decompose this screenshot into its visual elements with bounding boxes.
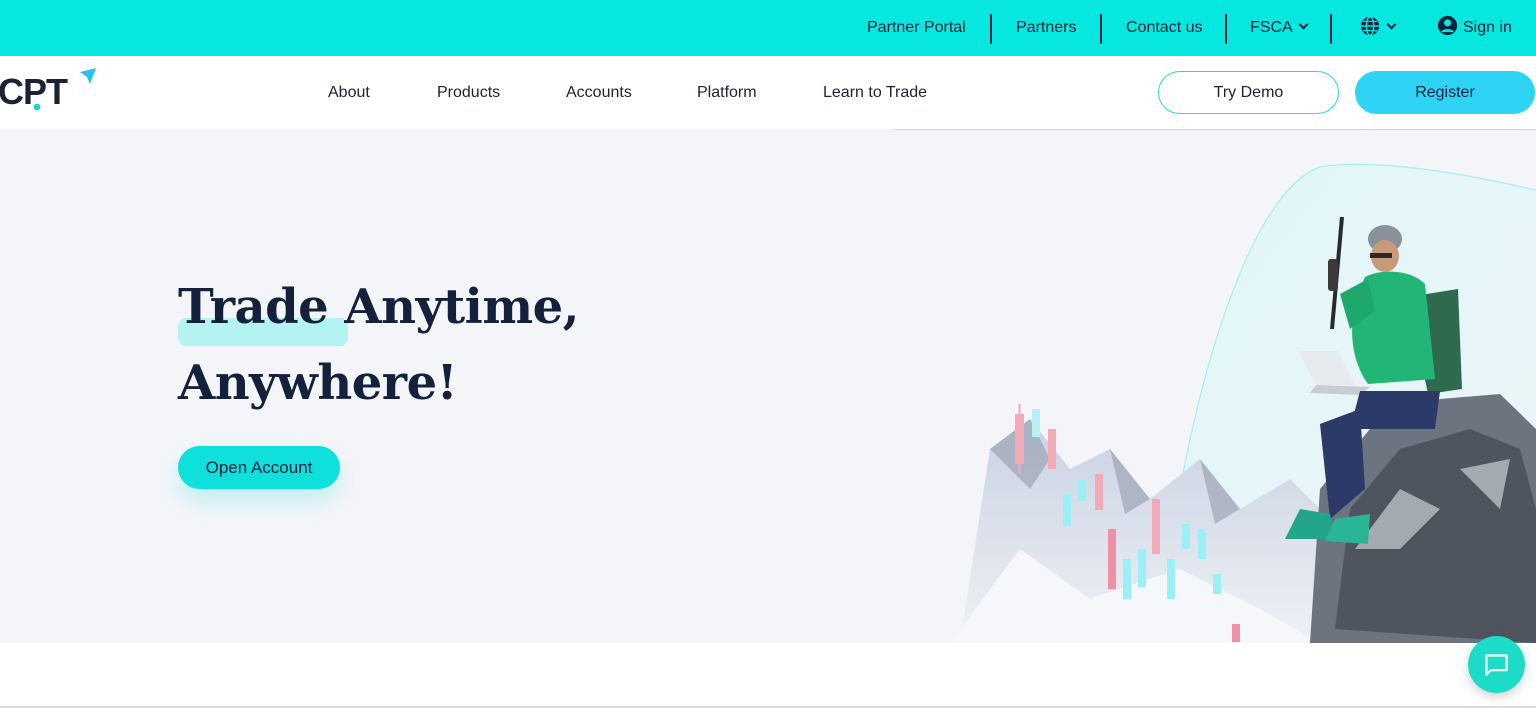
- logo-dot: [33, 103, 41, 111]
- globe-icon: [1360, 15, 1380, 36]
- register-button[interactable]: Register: [1355, 71, 1535, 114]
- hero-section: Trade Anytime, Anywhere! Open Account: [0, 129, 1536, 643]
- chevron-down-icon: [1386, 19, 1397, 30]
- regulator-dropdown[interactable]: FSCA: [1250, 0, 1309, 56]
- language-selector[interactable]: [1359, 0, 1397, 56]
- nav-accounts[interactable]: Accounts: [566, 56, 632, 129]
- nav-products[interactable]: Products: [437, 56, 500, 129]
- regulator-label: FSCA: [1250, 19, 1293, 36]
- top-utility-bar: Partner Portal Partners Contact us FSCA …: [0, 0, 1536, 56]
- divider: [1330, 14, 1332, 44]
- open-account-button[interactable]: Open Account: [178, 446, 340, 489]
- partner-portal-link[interactable]: Partner Portal: [867, 0, 966, 56]
- nav-learn-to-trade[interactable]: Learn to Trade: [823, 56, 927, 129]
- hero-illustration: [950, 163, 1536, 643]
- main-navigation: CPT About Products Accounts Platform Lea…: [0, 56, 1536, 129]
- sign-in-label: Sign in: [1463, 19, 1512, 36]
- contact-us-link[interactable]: Contact us: [1126, 0, 1202, 56]
- nav-about[interactable]: About: [328, 56, 370, 129]
- chat-button[interactable]: [1468, 636, 1525, 693]
- divider: [1100, 14, 1102, 44]
- logo-arrow: [80, 68, 96, 84]
- brand-logo[interactable]: CPT: [0, 66, 100, 116]
- divider: [1225, 14, 1227, 44]
- hero-headline-line1: Trade Anytime,: [178, 279, 579, 335]
- nav-platform[interactable]: Platform: [697, 56, 757, 129]
- try-demo-button[interactable]: Try Demo: [1158, 71, 1339, 114]
- partners-link[interactable]: Partners: [1016, 0, 1076, 56]
- hero-headline-line2: Anywhere!: [178, 355, 458, 411]
- user-circle-icon: [1437, 16, 1458, 36]
- divider: [990, 14, 992, 44]
- sign-in-link[interactable]: Sign in: [1437, 0, 1512, 56]
- chat-bubble-icon: [1485, 654, 1508, 676]
- chevron-down-icon: [1298, 19, 1309, 30]
